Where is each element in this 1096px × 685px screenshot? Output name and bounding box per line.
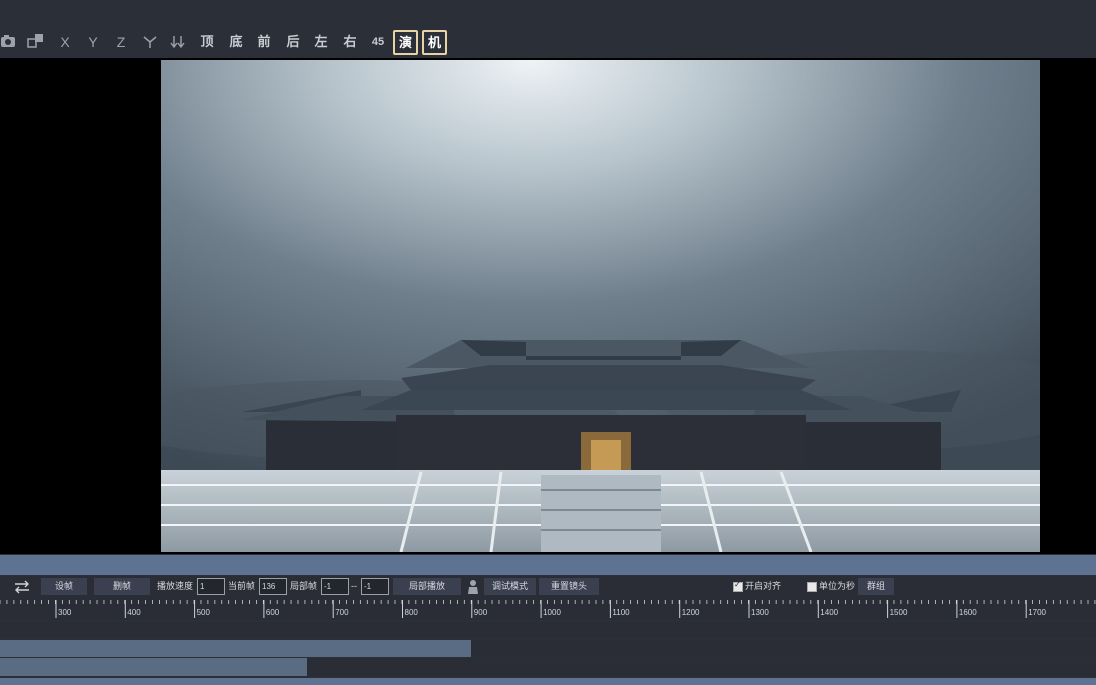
play-speed-label: 播放速度 xyxy=(157,581,194,591)
track-2-segment[interactable] xyxy=(0,640,472,657)
local-frame-label: 局部帧 xyxy=(290,581,318,591)
local-end-input[interactable]: -1 xyxy=(361,578,389,595)
local-start-input[interactable]: -1 xyxy=(321,578,349,595)
timeline-header-bar[interactable] xyxy=(0,555,1096,575)
ruler-label: 600 xyxy=(266,608,280,617)
delete-frame-button[interactable]: 删帧 xyxy=(94,578,150,595)
unit-seconds-label: 单位为秒 xyxy=(819,581,856,591)
align-label: 开启对齐 xyxy=(745,581,782,591)
group-button[interactable]: 群组 xyxy=(858,578,894,595)
reset-camera-button[interactable]: 重置镜头 xyxy=(539,578,599,595)
range-separator: -- xyxy=(351,581,357,591)
axis-y-button[interactable]: Y xyxy=(86,31,100,53)
ruler-label: 1300 xyxy=(751,608,769,617)
person-icon[interactable] xyxy=(467,579,479,595)
swap-icon[interactable] xyxy=(13,580,31,594)
view-top-button[interactable]: 顶 xyxy=(199,31,215,53)
ruler-label: 900 xyxy=(474,608,488,617)
view-left-button[interactable]: 左 xyxy=(313,31,329,53)
timeline-track-1[interactable] xyxy=(0,622,1096,638)
ruler-label: 400 xyxy=(127,608,141,617)
view-right-button[interactable]: 右 xyxy=(342,31,358,53)
track-3-segment[interactable] xyxy=(0,658,307,676)
down-arrows-icon[interactable] xyxy=(170,35,186,49)
ruler-label: 1500 xyxy=(890,608,908,617)
ruler-label: 1100 xyxy=(612,608,630,617)
ruler-label: 1400 xyxy=(820,608,838,617)
axis-x-button[interactable]: X xyxy=(58,31,72,53)
timeline-track-4[interactable] xyxy=(0,678,1096,685)
scene-render xyxy=(161,60,1040,552)
axes-icon[interactable] xyxy=(142,35,158,49)
ruler-label: 800 xyxy=(405,608,419,617)
camera-mode-button[interactable]: 机 xyxy=(422,30,447,55)
view-bottom-button[interactable]: 底 xyxy=(228,31,244,53)
view-front-button[interactable]: 前 xyxy=(256,31,272,53)
ruler-label: 300 xyxy=(58,608,72,617)
unit-seconds-checkbox[interactable] xyxy=(807,582,817,592)
timeline-track-2[interactable] xyxy=(0,640,1096,657)
view-45-button[interactable]: 45 xyxy=(369,31,387,53)
ruler-label: 1600 xyxy=(959,608,977,617)
layout-icon[interactable] xyxy=(27,33,45,49)
ruler-label: 1200 xyxy=(682,608,700,617)
view-toolbar: X Y Z 顶 底 前 后 左 右 45 演 机 xyxy=(0,27,1096,58)
perform-button[interactable]: 演 xyxy=(393,30,418,55)
top-bar xyxy=(0,0,1096,27)
local-play-button[interactable]: 局部播放 xyxy=(393,578,461,595)
current-frame-input[interactable]: 136 xyxy=(259,578,287,595)
ruler-label: 1700 xyxy=(1028,608,1046,617)
ruler-ticks: 300 400 500 600 700 800 900 1000 1100 1200 1300 140… xyxy=(0,600,1096,618)
ruler-label: 700 xyxy=(335,608,349,617)
play-speed-input[interactable]: 1 xyxy=(197,578,225,595)
align-checkbox[interactable] xyxy=(733,580,743,592)
debug-mode-button[interactable]: 调试模式 xyxy=(484,578,536,595)
set-frame-button[interactable]: 设帧 xyxy=(41,578,87,595)
timeline-ruler[interactable]: 300 400 500 600 700 800 900 1000 1100 1200 1300 140… xyxy=(0,598,1096,620)
ruler-label: 1000 xyxy=(543,608,561,617)
current-frame-label: 当前帧 xyxy=(228,581,256,591)
timeline-controls: 设帧 删帧 播放速度 1 当前帧 136 局部帧 -1 -- -1 局部播放 调… xyxy=(0,576,1096,598)
ruler-label: 500 xyxy=(197,608,211,617)
camera-icon[interactable] xyxy=(0,33,18,49)
axis-z-button[interactable]: Z xyxy=(114,31,128,53)
timeline-track-3[interactable] xyxy=(0,658,1096,676)
view-back-button[interactable]: 后 xyxy=(285,31,301,53)
